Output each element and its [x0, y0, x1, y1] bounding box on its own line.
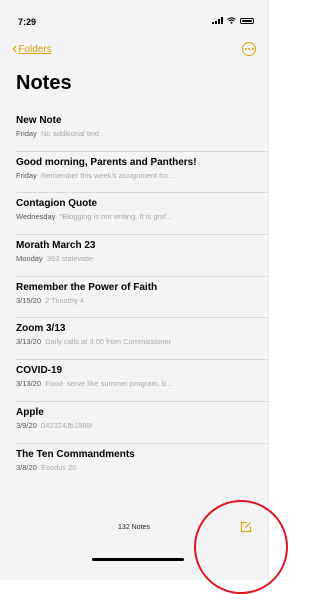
note-date: Friday — [16, 170, 37, 180]
note-title: New Note — [16, 115, 62, 126]
list-item[interactable]: Apple 3/9/20 042324Jb1989! — [16, 402, 268, 444]
note-preview: 042324Jb1989! — [41, 420, 93, 430]
notes-app: 7:29 ‹ Folders Notes New Note Friday No … — [0, 0, 269, 580]
navigation-bar: ‹ Folders — [0, 40, 268, 64]
note-title: The Ten Commandments — [16, 448, 135, 460]
note-preview: Daily calls at 3:00 from Commissioner — [45, 337, 172, 347]
note-date: 3/13/20 — [16, 337, 42, 347]
list-item[interactable]: Contagion Quote Wednesday "Blogging is n… — [16, 193, 268, 236]
folders-back-button[interactable]: ‹ Folders — [12, 40, 52, 57]
status-icons — [212, 17, 254, 24]
note-preview: 353 statewide — [46, 254, 94, 264]
note-title: Contagion Quote — [16, 198, 98, 210]
note-date: Friday — [16, 129, 37, 138]
wifi-icon — [227, 17, 236, 24]
home-indicator — [92, 558, 184, 561]
chevron-left-icon: ‹ — [12, 40, 18, 57]
note-preview: "Blogging is not writing. It is graf... — [59, 212, 173, 222]
highlight-circle — [194, 500, 288, 594]
ellipsis-circle-icon[interactable] — [242, 42, 256, 56]
list-item[interactable]: Remember the Power of Faith 3/15/20 2 Ti… — [16, 277, 268, 319]
note-date: 3/9/20 — [16, 420, 37, 430]
list-item[interactable]: Good morning, Parents and Panthers! Frid… — [16, 152, 268, 194]
status-time: 7:29 — [18, 17, 37, 27]
note-preview: Remember this week's assignment fro... — [41, 170, 175, 180]
note-preview: No additional text — [41, 129, 99, 138]
battery-icon — [240, 17, 254, 24]
note-preview: 2 Timothy 4 — [45, 295, 84, 305]
status-bar: 7:29 — [0, 0, 268, 34]
signal-icon — [212, 17, 223, 24]
note-title: Good morning, Parents and Panthers! — [16, 156, 197, 168]
note-date: 3/8/20 — [16, 462, 37, 472]
notes-list: New Note Friday No additional text Good … — [16, 110, 268, 485]
list-item[interactable]: Morath March 23 Monday 353 statewide — [16, 235, 268, 277]
list-item[interactable]: Zoom 3/13 3/13/20 Daily calls at 3:00 fr… — [16, 318, 268, 361]
note-preview: Exodus 20 — [41, 462, 77, 472]
back-label: Folders — [18, 43, 52, 55]
page-title: Notes — [16, 72, 72, 94]
note-preview: Food- serve like summer program, b... — [45, 379, 173, 389]
note-date: 3/15/20 — [16, 295, 42, 305]
note-title: Morath March 23 — [16, 240, 96, 252]
list-item[interactable]: COVID-19 3/13/20 Food- serve like summer… — [16, 360, 268, 402]
note-title: Zoom 3/13 — [16, 323, 66, 335]
list-item[interactable]: The Ten Commandments 3/8/20 Exodus 20 — [16, 444, 268, 486]
note-date: 3/13/20 — [16, 379, 42, 389]
note-title: COVID-19 — [16, 365, 63, 377]
note-title: Remember the Power of Faith — [16, 281, 158, 293]
list-item[interactable]: New Note Friday No additional text — [16, 110, 268, 152]
note-date: Monday — [16, 254, 43, 264]
note-date: Wednesday — [16, 212, 56, 222]
note-title: Apple — [16, 406, 44, 418]
